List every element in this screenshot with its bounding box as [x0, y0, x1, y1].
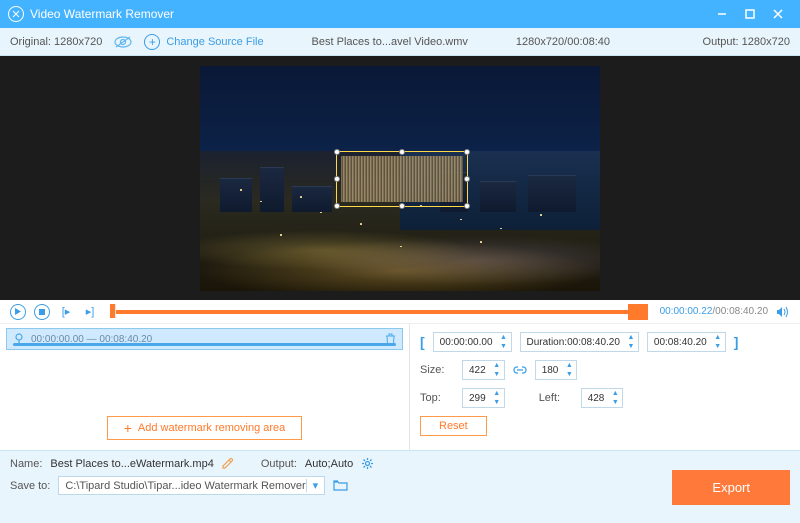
output-format-label: Output: — [261, 458, 297, 470]
name-value: Best Places to...eWatermark.mp4 — [50, 458, 213, 470]
bracket-left-icon[interactable]: [ — [420, 334, 425, 350]
pos-left-input[interactable]: 428▲▼ — [581, 388, 624, 408]
range-duration-input[interactable]: Duration:00:08:40.20▲▼ — [520, 332, 639, 352]
play-button[interactable] — [10, 304, 26, 320]
mark-in-button[interactable]: [▸ — [58, 304, 74, 320]
mark-out-button[interactable]: ▸] — [82, 304, 98, 320]
left-label: Left: — [539, 392, 573, 404]
output-format-value: Auto;Auto — [305, 458, 353, 470]
spin-down-icon: ▼ — [497, 342, 511, 351]
name-label: Name: — [10, 458, 42, 470]
range-end-input[interactable]: 00:08:40.20▲▼ — [647, 332, 726, 352]
size-height-input[interactable]: 180▲▼ — [535, 360, 578, 380]
video-frame — [200, 66, 600, 291]
top-label: Top: — [420, 392, 454, 404]
reset-button[interactable]: Reset — [420, 416, 487, 436]
playback-controls: [▸ ▸] 00:00:00.22/00:08:40.20 — [0, 300, 800, 324]
plus-icon: + — [144, 34, 160, 50]
properties-panel: [ 00:00:00.00▲▼ Duration:00:08:40.20▲▼ 0… — [410, 324, 800, 450]
stop-button[interactable] — [34, 304, 50, 320]
middle-panel: 00:00:00.00 — 00:08:40.20 + Add watermar… — [0, 324, 800, 450]
app-logo-icon — [8, 6, 24, 22]
titlebar: Video Watermark Remover — [0, 0, 800, 28]
minimize-button[interactable] — [708, 4, 736, 24]
pos-top-input[interactable]: 299▲▼ — [462, 388, 505, 408]
volume-icon[interactable] — [776, 306, 790, 318]
save-to-label: Save to: — [10, 480, 50, 492]
export-button[interactable]: Export — [672, 470, 790, 505]
timeline-marker-start[interactable] — [110, 304, 116, 318]
filename-label: Best Places to...avel Video.wmv — [276, 36, 504, 48]
close-button[interactable] — [764, 4, 792, 24]
bracket-right-icon[interactable]: ] — [734, 334, 739, 350]
spin-up-icon: ▲ — [497, 333, 511, 342]
change-source-button[interactable]: + Change Source File — [144, 34, 263, 50]
maximize-button[interactable] — [736, 4, 764, 24]
time-display: 00:00:00.22/00:08:40.20 — [660, 306, 768, 317]
app-title: Video Watermark Remover — [30, 7, 708, 21]
segments-panel: 00:00:00.00 — 00:08:40.20 + Add watermar… — [0, 324, 410, 450]
size-width-input[interactable]: 422▲▼ — [462, 360, 505, 380]
original-label: Original: 1280x720 — [10, 36, 102, 48]
file-dimensions-label: 1280x720/00:08:40 — [516, 36, 610, 48]
output-settings-icon[interactable] — [361, 457, 374, 470]
path-dropdown-icon[interactable]: ▾ — [306, 479, 319, 492]
open-folder-icon[interactable] — [333, 480, 348, 491]
preview-toggle-icon[interactable] — [114, 36, 132, 48]
video-preview[interactable] — [0, 56, 800, 300]
selection-box[interactable] — [336, 151, 468, 207]
size-label: Size: — [420, 364, 454, 376]
bottom-panel: Name: Best Places to...eWatermark.mp4 Ou… — [0, 450, 800, 523]
link-icon[interactable] — [513, 365, 527, 375]
save-path-input[interactable]: C:\Tipard Studio\Tipar...ideo Watermark … — [58, 476, 325, 495]
plus-icon: + — [124, 421, 132, 435]
segment-item[interactable]: 00:00:00.00 — 00:08:40.20 — [6, 328, 403, 350]
edit-name-icon[interactable] — [222, 458, 233, 469]
toolbar: Original: 1280x720 + Change Source File … — [0, 28, 800, 56]
add-area-button[interactable]: + Add watermark removing area — [107, 416, 303, 440]
output-label: Output: 1280x720 — [703, 36, 790, 48]
timeline-slider[interactable] — [110, 308, 648, 316]
range-start-input[interactable]: 00:00:00.00▲▼ — [433, 332, 512, 352]
timeline-marker-end[interactable] — [628, 304, 648, 320]
